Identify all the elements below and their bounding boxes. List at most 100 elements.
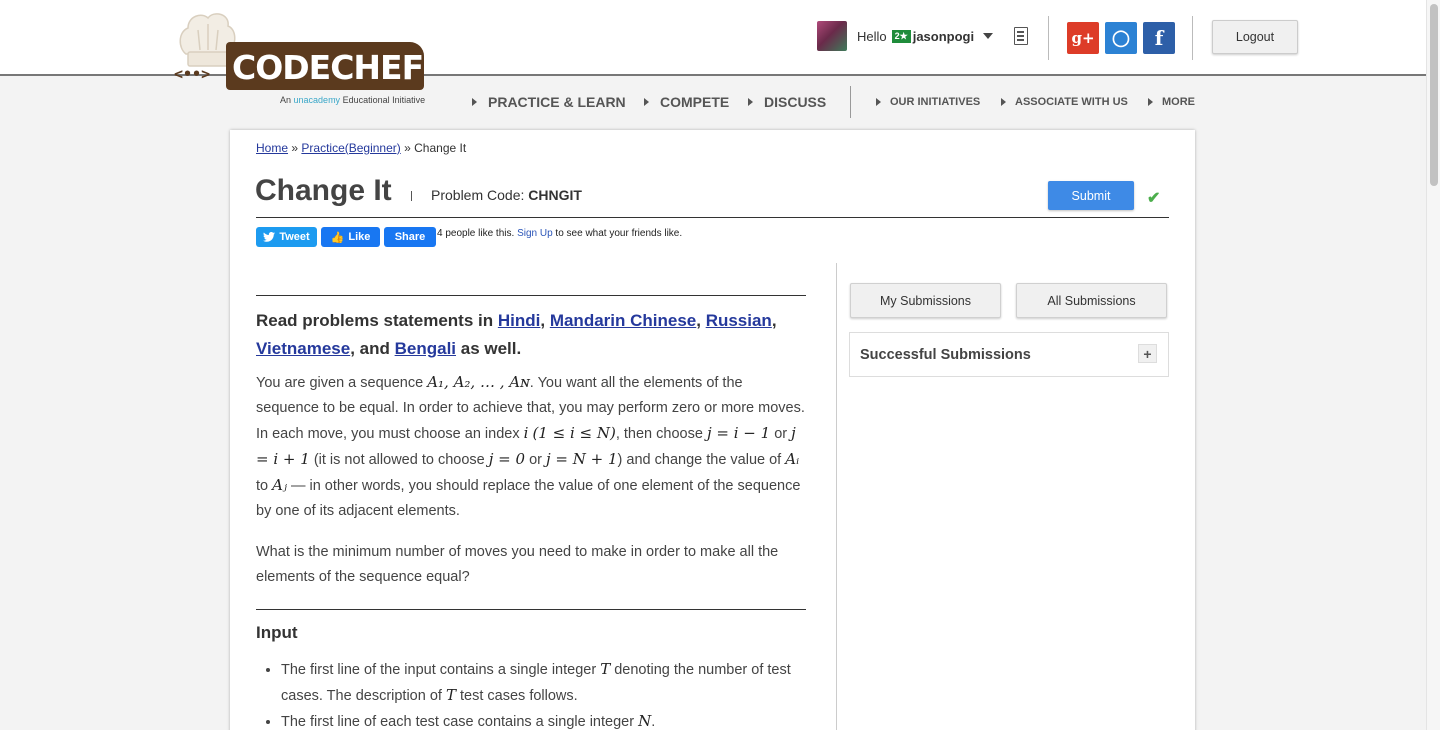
breadcrumb-home[interactable]: Home xyxy=(256,141,288,155)
problem-code-label: Problem Code: xyxy=(431,187,525,203)
user-menu[interactable]: Hello 2★ jasonpogi xyxy=(817,20,994,52)
submit-button[interactable]: Submit xyxy=(1048,181,1134,210)
list-item: The first line of each test case contain… xyxy=(281,709,806,730)
column-divider xyxy=(836,263,837,730)
text: or xyxy=(529,452,542,468)
facebook-icon[interactable]: f xyxy=(1143,22,1175,54)
scrollbar[interactable] xyxy=(1426,0,1440,730)
text: test cases follows. xyxy=(460,688,578,704)
math: j = N + 1 xyxy=(546,450,618,468)
caret-right-icon xyxy=(748,98,753,106)
language-link-mandarin[interactable]: Mandarin Chinese xyxy=(550,311,696,330)
section-rule xyxy=(256,609,806,610)
breadcrumb-separator: » xyxy=(404,141,411,155)
google-plus-icon[interactable]: g+ xyxy=(1067,22,1099,54)
like-count: 4 people like this. xyxy=(437,228,515,239)
text: . xyxy=(651,714,656,730)
problem-panel: Home » Practice(Beginner) » Change It Ch… xyxy=(230,130,1195,730)
nav-label: ASSOCIATE WITH US xyxy=(1015,96,1128,108)
tagline-brand: unacademy xyxy=(293,95,341,105)
my-submissions-button[interactable]: My Submissions xyxy=(850,283,1001,318)
like-text-suffix: to see what your friends like. xyxy=(555,228,683,239)
greeting: Hello xyxy=(857,28,887,44)
caret-right-icon xyxy=(644,98,649,106)
breadcrumb-practice[interactable]: Practice(Beginner) xyxy=(301,141,400,155)
text: The first line of the input contains a s… xyxy=(281,662,597,678)
avatar[interactable] xyxy=(817,21,847,51)
language-link-hindi[interactable]: Hindi xyxy=(498,311,541,330)
check-icon: ✔ xyxy=(1147,190,1161,207)
signup-link[interactable]: Sign Up xyxy=(517,228,553,239)
nav-label: MORE xyxy=(1162,96,1195,108)
math: Aᵢ xyxy=(785,450,800,468)
tweet-button[interactable]: Tweet xyxy=(256,227,317,247)
breadcrumb-separator: » xyxy=(291,141,299,155)
logout-button[interactable]: Logout xyxy=(1212,20,1298,54)
text: or xyxy=(774,426,788,442)
thumbs-up-icon: 👍 xyxy=(330,231,345,244)
problem-code: Problem Code: CHNGIT xyxy=(431,187,582,203)
math: j = i − 1 xyxy=(706,424,771,442)
rating-badge: 2★ xyxy=(891,29,911,43)
title-divider xyxy=(411,191,412,201)
notes-icon[interactable] xyxy=(1014,27,1028,45)
breadcrumb-current: Change It xyxy=(414,141,467,155)
math: (1 ≤ i ≤ N) xyxy=(532,424,616,442)
language-link-bengali[interactable]: Bengali xyxy=(395,339,456,358)
nav-label: PRACTICE & LEARN xyxy=(488,94,626,110)
tagline-prefix: An xyxy=(280,95,292,105)
successful-submissions-panel: Successful Submissions + xyxy=(849,332,1169,377)
math: Aⱼ xyxy=(272,476,287,494)
math: T xyxy=(600,660,611,678)
username[interactable]: jasonpogi xyxy=(913,29,974,44)
successful-submissions-title: Successful Submissions xyxy=(860,347,1031,363)
input-heading: Input xyxy=(256,623,298,642)
text: (it is not allowed to choose xyxy=(313,452,485,468)
nav-compete[interactable]: COMPETE xyxy=(644,94,729,110)
breadcrumb: Home » Practice(Beginner) » Change It xyxy=(256,141,466,155)
list-item: The first line of the input contains a s… xyxy=(281,657,806,709)
tweet-label: Tweet xyxy=(279,231,310,243)
nav-our-initiatives[interactable]: OUR INITIATIVES xyxy=(876,96,980,108)
nav-associate-with-us[interactable]: ASSOCIATE WITH US xyxy=(1001,96,1128,108)
input-list: The first line of the input contains a s… xyxy=(256,657,806,730)
nav-divider xyxy=(850,86,851,118)
math: N xyxy=(638,712,652,730)
nav-practice-learn[interactable]: PRACTICE & LEARN xyxy=(472,94,626,110)
facebook-like-button[interactable]: 👍 Like xyxy=(321,227,380,247)
chef-face-icon: <••> xyxy=(174,65,211,83)
title-rule xyxy=(256,217,1169,218)
nav-label: OUR INITIATIVES xyxy=(890,96,981,108)
text: ) and change the value of xyxy=(617,452,782,468)
nav-more[interactable]: MORE xyxy=(1148,96,1195,108)
caret-right-icon xyxy=(472,98,477,106)
section-rule xyxy=(256,295,806,296)
nav-discuss[interactable]: DISCUSS xyxy=(748,94,826,110)
facebook-share-button[interactable]: Share xyxy=(384,227,436,247)
text: The first line of each test case contain… xyxy=(281,714,635,730)
language-link-russian[interactable]: Russian xyxy=(706,311,772,330)
share-buttons: Tweet 👍 Like Share xyxy=(256,227,436,247)
caret-right-icon xyxy=(1148,98,1153,106)
header-divider xyxy=(1192,16,1193,60)
statement-paragraph: What is the minimum number of moves you … xyxy=(256,544,779,585)
all-submissions-button[interactable]: All Submissions xyxy=(1016,283,1167,318)
caret-right-icon xyxy=(1001,98,1006,106)
chevron-down-icon[interactable] xyxy=(983,33,994,39)
scrollbar-thumb[interactable] xyxy=(1430,4,1438,186)
like-label: Like xyxy=(348,231,371,243)
text: You are given a sequence xyxy=(256,375,424,391)
expand-plus-icon[interactable]: + xyxy=(1138,344,1157,363)
text: to xyxy=(256,478,269,494)
codechef-logo[interactable]: CODECHEF <••> An unacademy Educational I… xyxy=(172,10,432,110)
languages-intro: Read problems statements in xyxy=(256,311,494,330)
language-link-vietnamese[interactable]: Vietnamese xyxy=(256,339,350,358)
nav-label: DISCUSS xyxy=(764,94,827,110)
nav-label: COMPETE xyxy=(660,94,730,110)
caret-right-icon xyxy=(876,98,881,106)
logo-wordmark: CODECHEF xyxy=(232,48,424,87)
tagline-suffix: Educational Initiative xyxy=(342,95,426,105)
page-title: Change It xyxy=(255,174,392,207)
github-icon[interactable]: ◯ xyxy=(1105,22,1137,54)
languages-notice: Read problems statements in Hindi, Manda… xyxy=(256,311,777,358)
